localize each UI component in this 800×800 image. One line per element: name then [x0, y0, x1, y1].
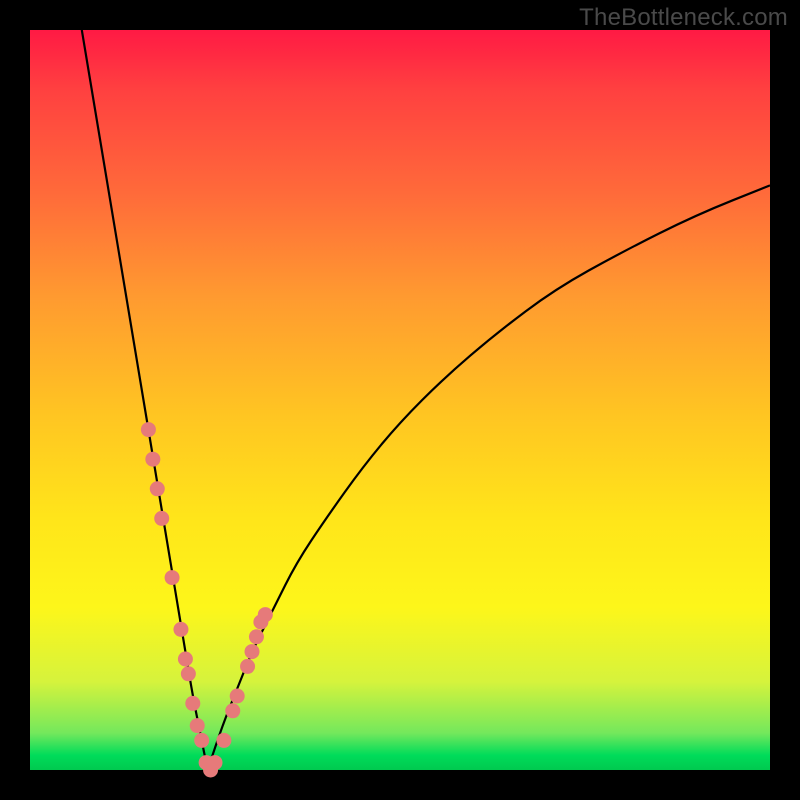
data-marker	[258, 607, 273, 622]
watermark-text: TheBottleneck.com	[579, 4, 788, 32]
data-marker	[245, 644, 260, 659]
data-marker	[240, 659, 255, 674]
data-marker	[141, 422, 156, 437]
data-marker	[150, 481, 165, 496]
data-marker	[173, 622, 188, 637]
curves-svg	[30, 30, 770, 770]
data-marker	[190, 718, 205, 733]
data-marker	[249, 629, 264, 644]
data-marker	[230, 689, 245, 704]
data-marker	[194, 733, 209, 748]
data-marker	[208, 755, 223, 770]
data-marker	[165, 570, 180, 585]
right-curve	[208, 185, 770, 770]
data-marker	[185, 696, 200, 711]
right-curve-path	[208, 185, 770, 770]
data-marker	[145, 452, 160, 467]
data-marker	[181, 666, 196, 681]
data-marker	[225, 703, 240, 718]
data-marker	[154, 511, 169, 526]
marker-group	[141, 422, 273, 777]
plot-area	[30, 30, 770, 770]
data-marker	[216, 733, 231, 748]
data-marker	[178, 652, 193, 667]
chart-canvas: TheBottleneck.com	[0, 0, 800, 800]
